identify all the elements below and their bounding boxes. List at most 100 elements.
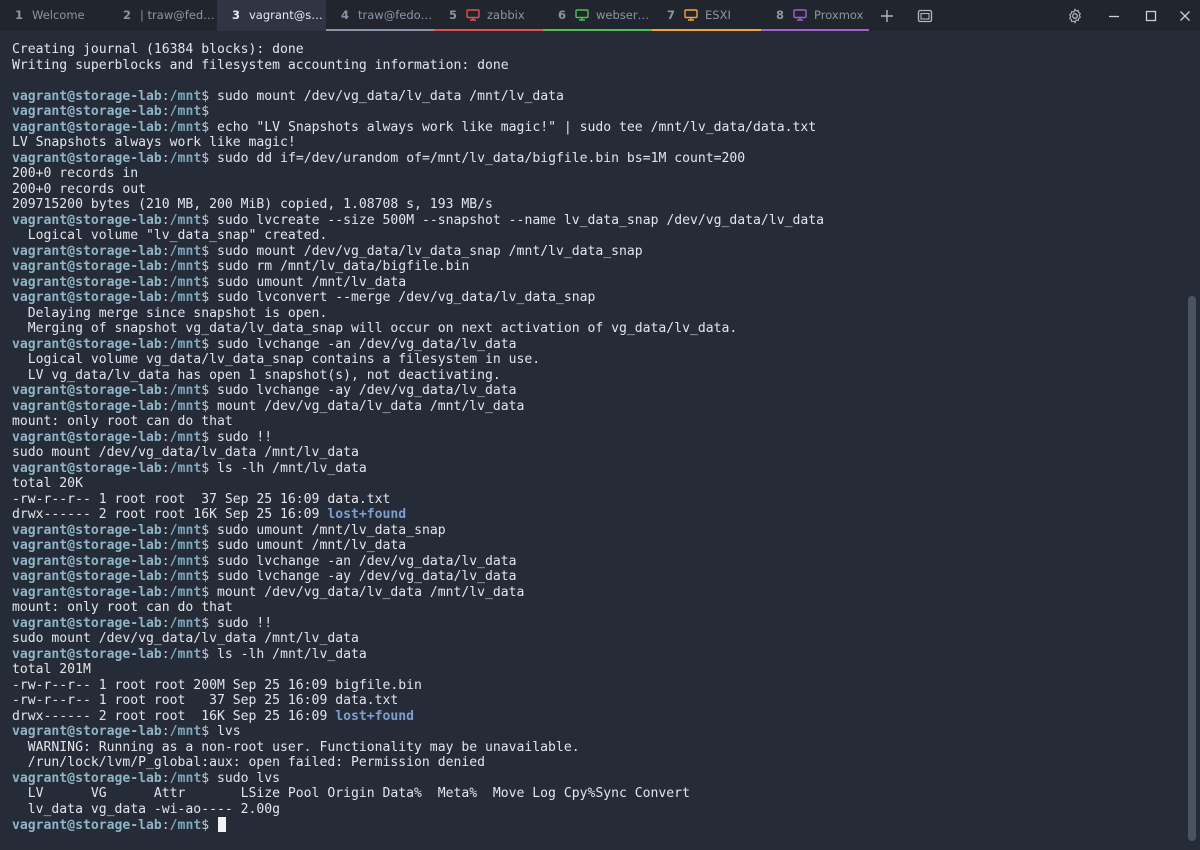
tab-overview-button[interactable] — [910, 0, 940, 31]
output-text: sudo mount /dev/vg_data/lv_data /mnt/lv_… — [12, 631, 359, 646]
output-line: LV VG Attr LSize Pool Origin Data% Meta%… — [12, 786, 1162, 802]
tab-6[interactable]: 6 webserver — [543, 0, 652, 31]
prompt-separator: : — [161, 259, 170, 274]
prompt-path: /mnt — [169, 274, 202, 290]
monitor-icon — [684, 8, 698, 21]
output-text: LV vg_data/lv_data has open 1 snapshot(s… — [12, 367, 501, 383]
prompt-path: /mnt — [169, 383, 202, 398]
prompt-user: vagrant@storage-lab — [12, 460, 162, 476]
prompt-line: vagrant@storage-lab:/mnt$ — [12, 817, 1162, 833]
prompt-user: vagrant@storage-lab — [12, 290, 162, 305]
prompt-line: vagrant@storage-lab:/mnt$ — [12, 104, 1162, 120]
tab-title: webserver — [596, 7, 652, 22]
tab-2[interactable]: 2 | traw@fed… — [108, 0, 217, 31]
prompt-symbol: $ — [201, 770, 217, 786]
prompt-line: vagrant@storage-lab:/mnt$ echo "LV Snaps… — [12, 120, 1162, 136]
prompt-path: /mnt — [169, 522, 202, 538]
close-button[interactable] — [1170, 0, 1200, 31]
prompt-user: vagrant@storage-lab — [12, 429, 162, 445]
prompt-line: vagrant@storage-lab:/mnt$ sudo !! — [12, 430, 1162, 446]
prompt-path: /mnt — [169, 398, 202, 414]
output-text: LV VG Attr LSize Pool Origin Data% Meta%… — [12, 786, 690, 801]
prompt-separator: : — [161, 398, 170, 414]
prompt-symbol: $ — [201, 212, 217, 228]
output-text: -rw-r--r-- 1 root root 200M Sep 25 16:09… — [12, 677, 422, 693]
output-text: Logical volume "lv_data_snap" created. — [12, 228, 328, 243]
monitor-icon — [466, 8, 480, 21]
prompt-separator: : — [161, 460, 170, 476]
tab-8[interactable]: 8 Proxmox — [761, 0, 869, 31]
prompt-separator: : — [161, 538, 170, 553]
tab-3[interactable]: 3 vagrant@s… — [217, 0, 326, 31]
prompt-separator: : — [161, 770, 170, 786]
command-text: ls -lh /mnt/lv_data — [217, 646, 367, 662]
minimize-button[interactable] — [1099, 0, 1129, 31]
new-tab-button[interactable] — [872, 0, 902, 31]
tab-5[interactable]: 5 zabbix — [434, 0, 543, 31]
command-text: mount /dev/vg_data/lv_data /mnt/lv_data — [217, 398, 525, 414]
prompt-symbol: $ — [201, 553, 217, 569]
tab-1[interactable]: 1 Welcome — [0, 0, 108, 31]
prompt-user: vagrant@storage-lab — [12, 259, 162, 274]
tab-number: 8 — [776, 7, 785, 22]
prompt-user: vagrant@storage-lab — [12, 724, 162, 739]
prompt-user: vagrant@storage-lab — [12, 569, 162, 584]
prompt-separator: : — [161, 383, 170, 398]
output-text: WARNING: Running as a non-root user. Fun… — [12, 739, 580, 755]
output-line: -rw-r--r-- 1 root root 37 Sep 25 16:09 d… — [12, 693, 1162, 709]
prompt-line: vagrant@storage-lab:/mnt$ ls -lh /mnt/lv… — [12, 461, 1162, 477]
output-line: lv_data vg_data -wi-ao---- 2.00g — [12, 802, 1162, 818]
prompt-user: vagrant@storage-lab — [12, 150, 162, 166]
output-line: 209715200 bytes (210 MB, 200 MiB) copied… — [12, 197, 1162, 213]
prompt-line: vagrant@storage-lab:/mnt$ sudo mount /de… — [12, 244, 1162, 260]
prompt-symbol: $ — [201, 584, 217, 600]
command-text: sudo umount /mnt/lv_data_snap — [217, 522, 446, 538]
output-line: LV Snapshots always work like magic! — [12, 135, 1162, 151]
command-text: sudo !! — [217, 615, 273, 631]
output-text: 209715200 bytes (210 MB, 200 MiB) copied… — [12, 197, 493, 212]
prompt-line: vagrant@storage-lab:/mnt$ sudo mount /de… — [12, 89, 1162, 105]
command-text: sudo mount /dev/vg_data/lv_data_snap /mn… — [217, 243, 643, 259]
prompt-symbol: $ — [201, 259, 217, 274]
maximize-button[interactable] — [1136, 0, 1166, 31]
terminal-output[interactable]: Creating journal (16384 blocks): done Wri… — [12, 42, 1162, 842]
settings-button[interactable] — [1060, 0, 1090, 31]
output-line: -rw-r--r-- 1 root root 200M Sep 25 16:09… — [12, 678, 1162, 694]
scrollbar-thumb[interactable] — [1188, 296, 1196, 841]
prompt-user: vagrant@storage-lab — [12, 522, 162, 538]
prompt-line: vagrant@storage-lab:/mnt$ sudo !! — [12, 616, 1162, 632]
output-text: mount: only root can do that — [12, 600, 233, 615]
output-text: drwx------ 2 root root 16K Sep 25 16:09 — [12, 507, 328, 522]
command-text: ls -lh /mnt/lv_data — [217, 460, 367, 476]
output-line: -rw-r--r-- 1 root root 37 Sep 25 16:09 d… — [12, 492, 1162, 508]
prompt-separator: : — [161, 336, 170, 352]
prompt-path: /mnt — [169, 818, 202, 833]
prompt-separator: : — [161, 646, 170, 662]
output-line: Logical volume vg_data/lv_data_snap cont… — [12, 352, 1162, 368]
output-line: Creating journal (16384 blocks): done — [12, 42, 1162, 58]
prompt-symbol: $ — [201, 724, 217, 739]
output-text: Logical volume vg_data/lv_data_snap cont… — [12, 352, 541, 367]
tab-4[interactable]: 4 traw@fedo… — [326, 0, 434, 31]
prompt-user: vagrant@storage-lab — [12, 538, 162, 553]
prompt-path: /mnt — [169, 212, 202, 228]
prompt-separator: : — [161, 522, 170, 538]
prompt-path: /mnt — [169, 243, 202, 259]
prompt-symbol: $ — [201, 274, 217, 290]
prompt-separator: : — [161, 274, 170, 290]
output-line: sudo mount /dev/vg_data/lv_data /mnt/lv_… — [12, 631, 1162, 647]
prompt-line: vagrant@storage-lab:/mnt$ mount /dev/vg_… — [12, 585, 1162, 601]
prompt-line: vagrant@storage-lab:/mnt$ lvs — [12, 724, 1162, 740]
prompt-path: /mnt — [169, 88, 202, 104]
prompt-user: vagrant@storage-lab — [12, 818, 162, 833]
prompt-line: vagrant@storage-lab:/mnt$ sudo lvchange … — [12, 383, 1162, 399]
output-text: drwx------ 2 root root 16K Sep 25 16:09 — [12, 708, 336, 724]
prompt-path: /mnt — [169, 646, 202, 662]
prompt-separator: : — [161, 569, 170, 584]
tab-7[interactable]: 7 ESXI — [652, 0, 761, 31]
output-line: mount: only root can do that — [12, 600, 1162, 616]
prompt-user: vagrant@storage-lab — [12, 104, 162, 119]
prompt-symbol: $ — [201, 104, 217, 119]
output-text: /run/lock/lvm/P_global:aux: open failed:… — [12, 755, 485, 770]
command-text: sudo dd if=/dev/urandom of=/mnt/lv_data/… — [217, 150, 746, 166]
